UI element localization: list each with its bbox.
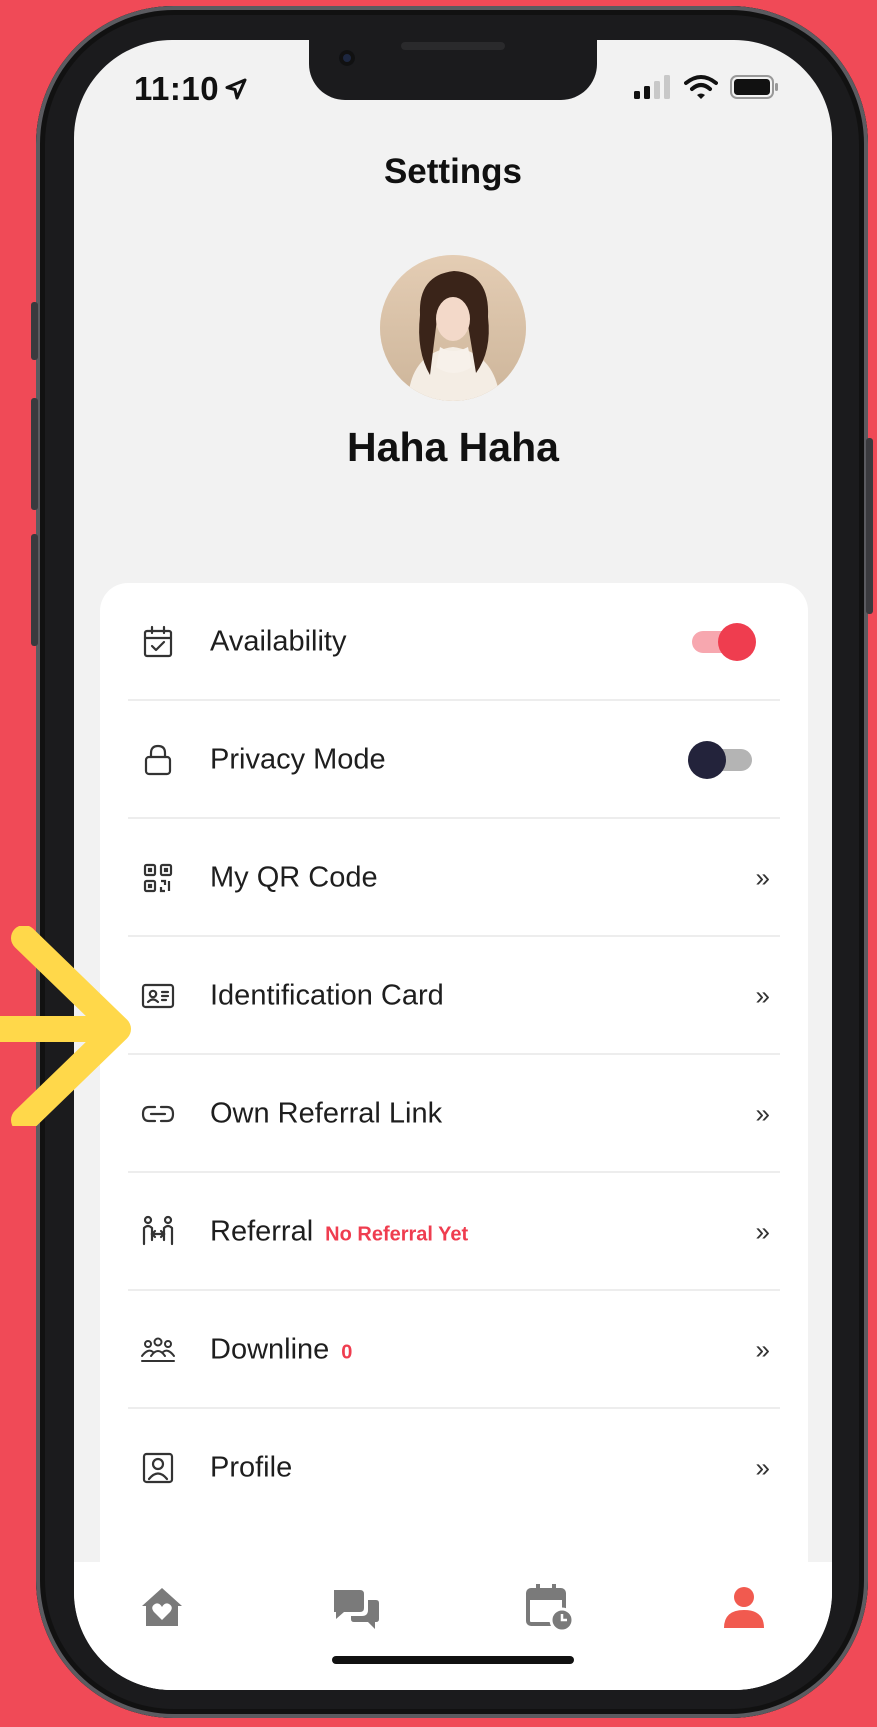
notch: [309, 40, 597, 100]
qr-code-icon: [140, 860, 176, 896]
profile-row[interactable]: Profile »: [100, 1409, 808, 1527]
status-time: 11:10: [134, 70, 247, 108]
tab-home[interactable]: [136, 1582, 188, 1634]
tab-account[interactable]: [718, 1582, 770, 1634]
identification-card-label: Identification Card: [210, 979, 444, 1012]
privacy-mode-row: Privacy Mode: [100, 701, 808, 819]
chevron-right-icon: »: [755, 1098, 771, 1129]
location-arrow-icon: [225, 70, 247, 108]
downline-count-badge: 0: [341, 1341, 353, 1364]
chevron-right-icon: »: [755, 1216, 771, 1247]
clock-text: 11:10: [134, 70, 220, 107]
qr-code-row[interactable]: My QR Code »: [100, 819, 808, 937]
home-heart-icon: [142, 1588, 182, 1626]
toggle-knob: [718, 623, 756, 661]
status-icons: [634, 74, 780, 105]
privacy-mode-toggle[interactable]: [688, 741, 752, 779]
avatar[interactable]: [380, 255, 526, 401]
referral-link-label: Own Referral Link: [210, 1097, 443, 1130]
referral-row[interactable]: Referral No Referral Yet »: [100, 1173, 808, 1291]
calendar-check-icon: [140, 624, 176, 660]
availability-row: Availability: [100, 583, 808, 701]
chevron-right-icon: »: [755, 1452, 771, 1483]
link-icon: [140, 1096, 176, 1132]
profile-name: Haha Haha: [347, 424, 559, 470]
downline-label-group: Downline 0: [210, 1334, 352, 1367]
chat-icon: [334, 1590, 379, 1629]
downline-label: Downline: [210, 1333, 330, 1366]
group-icon: [140, 1332, 176, 1368]
profile-icon: [140, 1450, 176, 1486]
tab-schedule[interactable]: [524, 1582, 576, 1634]
settings-card: Availability Privacy Mode My QR Code » I…: [100, 583, 808, 1690]
chevron-right-icon: »: [755, 980, 771, 1011]
availability-label: Availability: [210, 625, 347, 658]
referral-label: Referral: [210, 1215, 314, 1248]
chevron-right-icon: »: [755, 1334, 771, 1365]
bottom-tab-bar: [74, 1562, 832, 1690]
referral-link-row[interactable]: Own Referral Link »: [100, 1055, 808, 1173]
qr-code-label: My QR Code: [210, 861, 378, 894]
page-title: Settings: [383, 152, 523, 191]
identification-card-row[interactable]: Identification Card »: [100, 937, 808, 1055]
volume-up-button: [31, 398, 38, 510]
front-camera: [339, 50, 355, 66]
downline-row[interactable]: Downline 0 »: [100, 1291, 808, 1409]
volume-down-button: [31, 534, 38, 646]
power-button: [866, 438, 873, 614]
id-card-icon: [140, 978, 176, 1014]
toggle-knob: [688, 741, 726, 779]
availability-toggle[interactable]: [692, 623, 756, 661]
earpiece: [401, 42, 505, 50]
battery-icon: [730, 75, 780, 104]
chevron-right-icon: »: [755, 862, 771, 893]
silent-switch: [31, 302, 38, 360]
home-indicator[interactable]: [332, 1656, 574, 1664]
lock-icon: [140, 742, 176, 778]
profile-label: Profile: [210, 1451, 293, 1484]
signal-icon: [634, 75, 672, 104]
app-screen: 11:10 Settings Haha Haha Availability Pr…: [74, 40, 832, 1690]
referral-icon: [140, 1214, 176, 1250]
tab-chat[interactable]: [330, 1582, 382, 1634]
referral-label-group: Referral No Referral Yet: [210, 1216, 468, 1249]
calendar-clock-icon: [526, 1584, 575, 1633]
annotation-arrow: [0, 926, 131, 1126]
person-icon: [724, 1587, 764, 1628]
wifi-icon: [684, 74, 718, 105]
privacy-mode-label: Privacy Mode: [210, 743, 386, 776]
referral-status-badge: No Referral Yet: [325, 1223, 469, 1246]
